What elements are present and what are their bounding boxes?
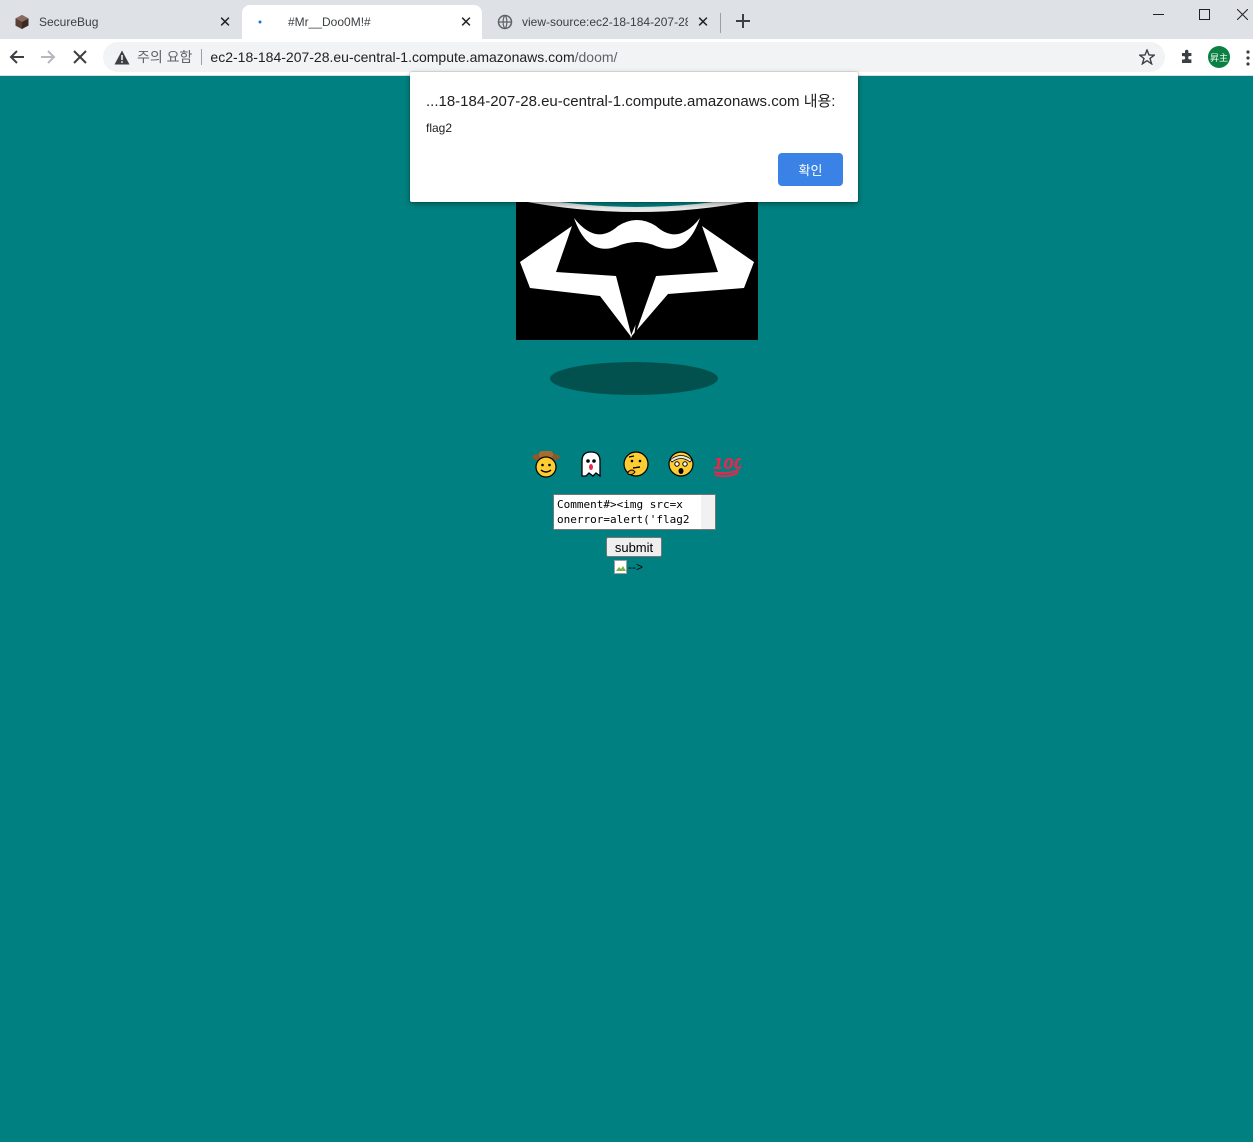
browser-toolbar: 주의 요함 ec2-18-184-207-28.eu-central-1.com… bbox=[0, 39, 1253, 76]
securebug-logo-icon bbox=[14, 14, 30, 30]
address-bar[interactable]: 주의 요함 ec2-18-184-207-28.eu-central-1.com… bbox=[103, 42, 1165, 72]
page-content: 100 Comment#><img src=x onerror=alert('f… bbox=[0, 76, 1253, 1142]
arrow-right-icon bbox=[41, 50, 56, 64]
alert-dialog: ...18-184-207-28.eu-central-1.compute.am… bbox=[410, 72, 858, 202]
url-host: ec2-18-184-207-28.eu-central-1.compute.a… bbox=[210, 49, 575, 65]
new-tab-button[interactable] bbox=[731, 9, 755, 33]
maximize-button[interactable] bbox=[1181, 0, 1227, 28]
stop-loading-button[interactable] bbox=[66, 43, 94, 71]
emoji-reactions: 100 bbox=[530, 448, 742, 480]
ok-button[interactable]: 확인 bbox=[778, 153, 843, 186]
broken-image-text: --> bbox=[628, 560, 643, 574]
submit-button[interactable]: submit bbox=[606, 537, 662, 557]
textarea-scrollbar[interactable] bbox=[701, 495, 715, 529]
tab-mr-doom[interactable]: #Mr__Doo0M!# ✕ bbox=[242, 5, 482, 39]
spy-shadow bbox=[550, 362, 718, 395]
globe-icon bbox=[497, 14, 513, 30]
close-icon bbox=[1236, 8, 1248, 20]
dialog-message: flag2 bbox=[426, 121, 453, 135]
shocked-face-icon[interactable] bbox=[665, 448, 697, 480]
arrow-left-icon bbox=[9, 50, 24, 64]
tab-securebug[interactable]: SecureBug ✕ bbox=[0, 5, 241, 39]
minimize-button[interactable] bbox=[1135, 0, 1181, 28]
security-status-label[interactable]: 주의 요함 bbox=[137, 47, 192, 67]
plus-icon bbox=[736, 14, 750, 28]
tab-title: view-source:ec2-18-184-207-28 bbox=[522, 15, 688, 29]
tab-title: #Mr__Doo0M!# bbox=[288, 15, 371, 29]
profile-avatar[interactable]: 昇主 bbox=[1208, 46, 1230, 68]
tab-title: SecureBug bbox=[39, 15, 99, 29]
minimize-icon bbox=[1152, 13, 1164, 15]
more-menu-icon[interactable] bbox=[1243, 49, 1253, 67]
tab-strip: SecureBug ✕ #Mr__Doo0M!# ✕ view-source:e… bbox=[0, 0, 1253, 39]
bookmark-star-icon[interactable] bbox=[1137, 47, 1157, 67]
maximize-icon bbox=[1198, 8, 1210, 20]
forward-button[interactable] bbox=[34, 43, 62, 71]
back-button[interactable] bbox=[3, 43, 31, 71]
broken-image: --> bbox=[614, 559, 643, 575]
close-tab-icon[interactable]: ✕ bbox=[694, 13, 712, 31]
broken-image-icon bbox=[614, 560, 627, 574]
tab-separator bbox=[720, 13, 721, 33]
hundred-points-icon[interactable]: 100 bbox=[710, 448, 742, 480]
ghost-icon[interactable] bbox=[575, 448, 607, 480]
url-path: /doom/ bbox=[574, 49, 618, 65]
comment-textarea[interactable]: Comment#><img src=x onerror=alert('flag2 bbox=[553, 494, 716, 530]
loading-dot-icon bbox=[256, 14, 272, 30]
thinking-face-icon[interactable] bbox=[620, 448, 652, 480]
tab-view-source[interactable]: view-source:ec2-18-184-207-28 ✕ bbox=[483, 5, 719, 39]
cowboy-face-icon[interactable] bbox=[530, 448, 562, 480]
close-tab-icon[interactable]: ✕ bbox=[216, 13, 234, 31]
close-tab-icon[interactable]: ✕ bbox=[457, 13, 475, 31]
warning-triangle-icon[interactable] bbox=[113, 48, 131, 66]
dialog-title: ...18-184-207-28.eu-central-1.compute.am… bbox=[426, 93, 836, 110]
omnibox-divider bbox=[201, 49, 203, 65]
close-window-button[interactable] bbox=[1227, 0, 1253, 28]
stop-icon bbox=[73, 50, 87, 64]
extensions-puzzle-icon[interactable] bbox=[1177, 47, 1197, 67]
